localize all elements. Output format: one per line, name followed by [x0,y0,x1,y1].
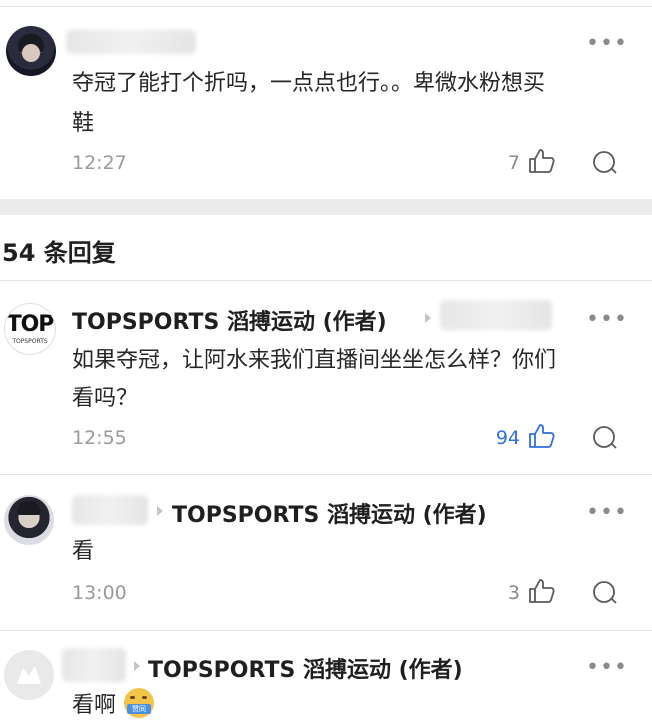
thumb-up-icon[interactable] [528,578,556,604]
reply-to-author[interactable]: TOPSPORTS 滔搏运动 (作者) [172,497,487,529]
divider [0,630,652,631]
divider [0,280,652,281]
comment-icon[interactable] [592,425,618,451]
avatar-hair [17,501,41,515]
reply-time: 12:55 [72,427,127,449]
section-gap [0,199,652,215]
thumb-up-icon[interactable] [528,423,556,449]
emoji-eye [130,696,135,699]
more-icon[interactable]: ••• [586,309,628,331]
comment-text-line1: 夺冠了能打个折吗，一点点也行。。卑微水粉想买 [72,71,546,96]
reply-text-line2: 看吗？ [72,386,139,411]
like-count[interactable]: 7 [480,152,520,174]
reply-to-author[interactable]: TOPSPORTS 滔搏运动 (作者) [148,652,463,684]
reply-text-line1: 如果夺冠，让阿水来我们直播间坐坐怎么样？你们 [72,348,557,373]
reply-text: 看啊 [72,693,117,718]
avatar-logo-text: TOP [6,312,55,337]
replies-header: 54 条回复 [2,239,116,267]
avatar[interactable] [6,26,56,76]
reply-arrow-icon [134,661,140,671]
comment-icon[interactable] [592,150,618,176]
thumb-up-icon[interactable] [528,148,556,174]
avatar-default[interactable] [4,650,54,700]
more-icon[interactable]: ••• [586,657,628,679]
reply-author[interactable]: TOPSPORTS 滔搏运动 (作者) [72,304,387,336]
comment-icon[interactable] [592,580,618,606]
comment-time: 12:27 [72,152,127,174]
emoji-label: 赞同 [127,704,151,714]
reply-arrow-icon [157,506,163,516]
divider [0,474,652,475]
like-count[interactable]: 94 [480,427,520,449]
more-icon[interactable]: ••• [586,502,628,524]
emoji-eye [142,696,147,699]
username-redacted[interactable] [72,495,148,525]
reply-to-redacted[interactable] [440,300,552,330]
avatar-topsports[interactable]: TOP TOPSPORTS [4,303,56,355]
sticker-emoji-icon: 赞同 [124,688,154,718]
avatar-placeholder-icon [17,666,41,684]
avatar-logo-sub: TOPSPORTS [12,338,48,345]
reply-time: 13:00 [72,582,127,604]
like-count[interactable]: 3 [480,582,520,604]
top-divider [0,6,652,7]
comment-text-line2: 鞋 [72,111,95,136]
avatar-face [22,44,40,62]
reply-arrow-icon [425,313,431,323]
reply-text: 看 [72,539,95,564]
avatar[interactable] [4,495,54,545]
username-redacted[interactable] [66,30,196,54]
more-icon[interactable]: ••• [586,33,628,55]
username-redacted[interactable] [62,648,126,682]
